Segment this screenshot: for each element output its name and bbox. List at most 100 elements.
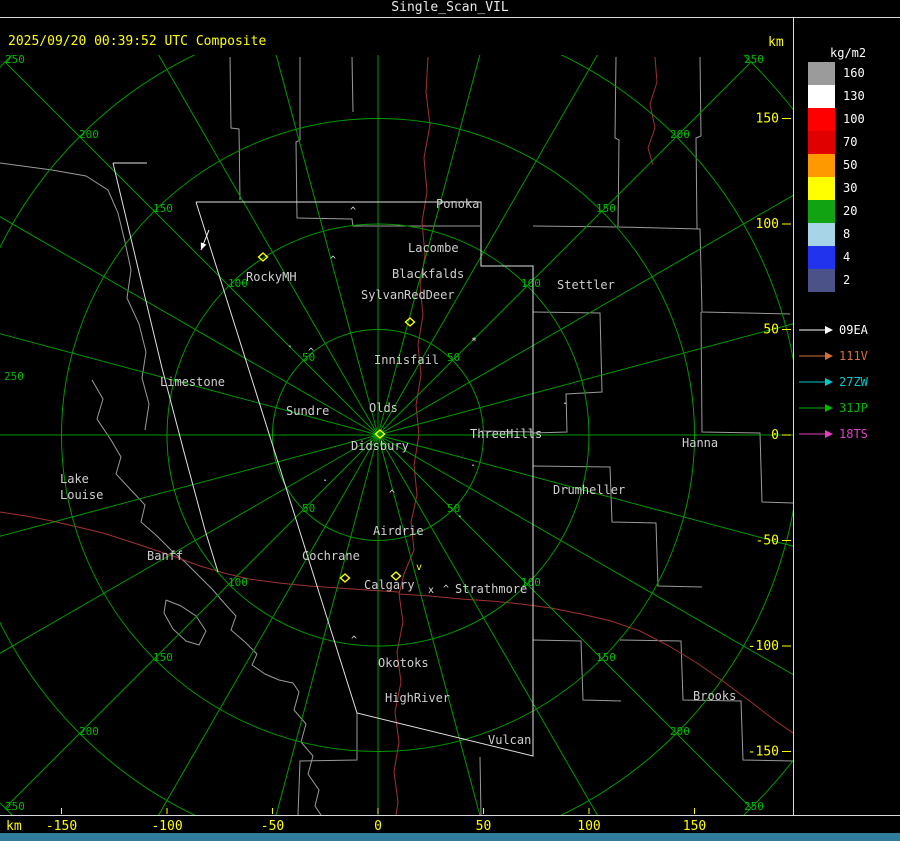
county-boundary (91, 379, 322, 815)
radar-site-marker (404, 317, 416, 327)
county-boundary (618, 226, 791, 315)
colorbar-entry: 4 (808, 246, 865, 269)
range-ring-label: 100 (521, 277, 541, 290)
window-title: Single_Scan_VIL (391, 0, 509, 15)
city-label: Sylvan (361, 288, 404, 302)
right-axis-label: -150 (748, 745, 779, 760)
county-boundary (695, 56, 702, 230)
colorbar-value: 70 (843, 135, 858, 149)
county-boundary (532, 639, 622, 702)
colorbar-value: 4 (843, 250, 851, 264)
county-boundary (479, 756, 482, 815)
range-ring-label: 100 (228, 277, 248, 290)
colorbar-swatch (808, 200, 835, 223)
town-marker: . (322, 473, 328, 484)
county-boundary (229, 56, 241, 201)
city-label: Limestone (160, 375, 225, 389)
town-marker: ^ (351, 635, 357, 646)
storm-track-id: 111V (839, 349, 868, 363)
azimuth-spoke (377, 323, 793, 436)
bottom-status-strip (0, 833, 900, 841)
town-marker: ^ (443, 584, 449, 595)
city-label: Hanna (682, 436, 718, 450)
vil-colorbar: 160 130 100 70 50 30 20 8 4 2 (808, 62, 865, 292)
storm-track-legend-item: 18TS (799, 421, 868, 447)
city-label: Stettler (557, 278, 615, 292)
town-marker: ^ (330, 255, 336, 266)
city-label: Vulcan (488, 733, 531, 747)
colorbar-value: 160 (843, 66, 865, 80)
range-ring-label: 50 (447, 351, 460, 364)
highway-road (647, 56, 658, 166)
right-axis-label: -100 (748, 639, 779, 654)
colorbar-value: 130 (843, 89, 865, 103)
bottom-axis-label: -50 (260, 819, 285, 834)
colorbar-value: 30 (843, 181, 858, 195)
scan-timestamp: 2025/09/20 00:39:52 UTC Composite (8, 34, 267, 49)
right-axis-unit: km (768, 35, 784, 50)
azimuth-spoke (158, 55, 379, 436)
range-ring-label: 200 (79, 725, 99, 738)
map-bottom-divider-line (0, 815, 900, 816)
azimuth-spoke (0, 216, 379, 436)
colorbar-value: 100 (843, 112, 865, 126)
city-label: Banff (147, 549, 183, 563)
range-ring-label: 150 (596, 651, 616, 664)
storm-track-arrow-icon (799, 352, 833, 360)
city-label: Olds (369, 401, 398, 415)
range-ring-label: 200 (670, 128, 690, 141)
storm-track-arrow-icon (799, 404, 833, 412)
colorbar-swatch (808, 62, 835, 85)
azimuth-spoke (158, 434, 379, 815)
storm-track-legend-item: 09EA (799, 317, 868, 343)
range-ring-label: 150 (596, 202, 616, 215)
county-boundary (297, 713, 358, 815)
storm-track-arrow-icon (799, 326, 833, 334)
city-label: Strathmore (455, 582, 527, 596)
town-marker: . (457, 509, 463, 520)
city-label: Ponoka (436, 197, 479, 211)
city-label: Blackfalds (392, 267, 464, 281)
radar-app-window: Single_Scan_VIL 2025/09/20 00:39:52 UTC … (0, 0, 900, 841)
range-ring-label: 100 (228, 576, 248, 589)
right-axis-label: -50 (756, 534, 779, 549)
storm-track-id: 31JP (839, 401, 868, 415)
colorbar-swatch (808, 85, 835, 108)
azimuth-spoke (275, 434, 379, 815)
city-label: Lake (60, 472, 89, 486)
range-ring-label: 250 (744, 55, 764, 66)
colorbar-value: 50 (843, 158, 858, 172)
range-ring-label: 250 (5, 55, 25, 66)
county-boundary (351, 56, 354, 113)
right-axis-label: 100 (756, 217, 779, 232)
colorbar-swatch (808, 246, 835, 269)
colorbar-entry: 130 (808, 85, 865, 108)
bottom-axis-label: 150 (682, 819, 707, 834)
storm-track-id: 18TS (839, 427, 868, 441)
colorbar-entry: 2 (808, 269, 865, 292)
city-label: Brooks (693, 689, 736, 703)
range-ring-label: 200 (79, 128, 99, 141)
azimuth-spoke (377, 434, 481, 815)
storm-track-legend: 09EA 111V 27ZW 31JP 18TS (799, 317, 868, 447)
range-ring-label: 150 (153, 651, 173, 664)
town-marker: * (471, 336, 477, 347)
city-label: Airdrie (373, 524, 424, 538)
city-label: Innisfail (374, 353, 439, 367)
colorbar-swatch (808, 269, 835, 292)
colorbar-entry: 50 (808, 154, 865, 177)
bottom-axis-label: 50 (475, 819, 492, 834)
city-label: Didsbury (351, 439, 409, 453)
radar-map-display[interactable]: 250 200 150 100 50 250 200 150 100 50 250 200 150 100… (0, 55, 793, 815)
city-label: RockyMH (246, 270, 297, 284)
colorbar-value: 8 (843, 227, 851, 241)
county-boundary (0, 162, 150, 431)
county-boundary (700, 311, 793, 504)
colorbar-swatch (808, 154, 835, 177)
radar-site-marker (339, 573, 351, 583)
town-marker: ^ (308, 347, 314, 358)
colorbar-entry: 8 (808, 223, 865, 246)
colorbar-swatch (808, 131, 835, 154)
city-label: Sundre (286, 404, 329, 418)
town-marker: . (476, 429, 482, 440)
